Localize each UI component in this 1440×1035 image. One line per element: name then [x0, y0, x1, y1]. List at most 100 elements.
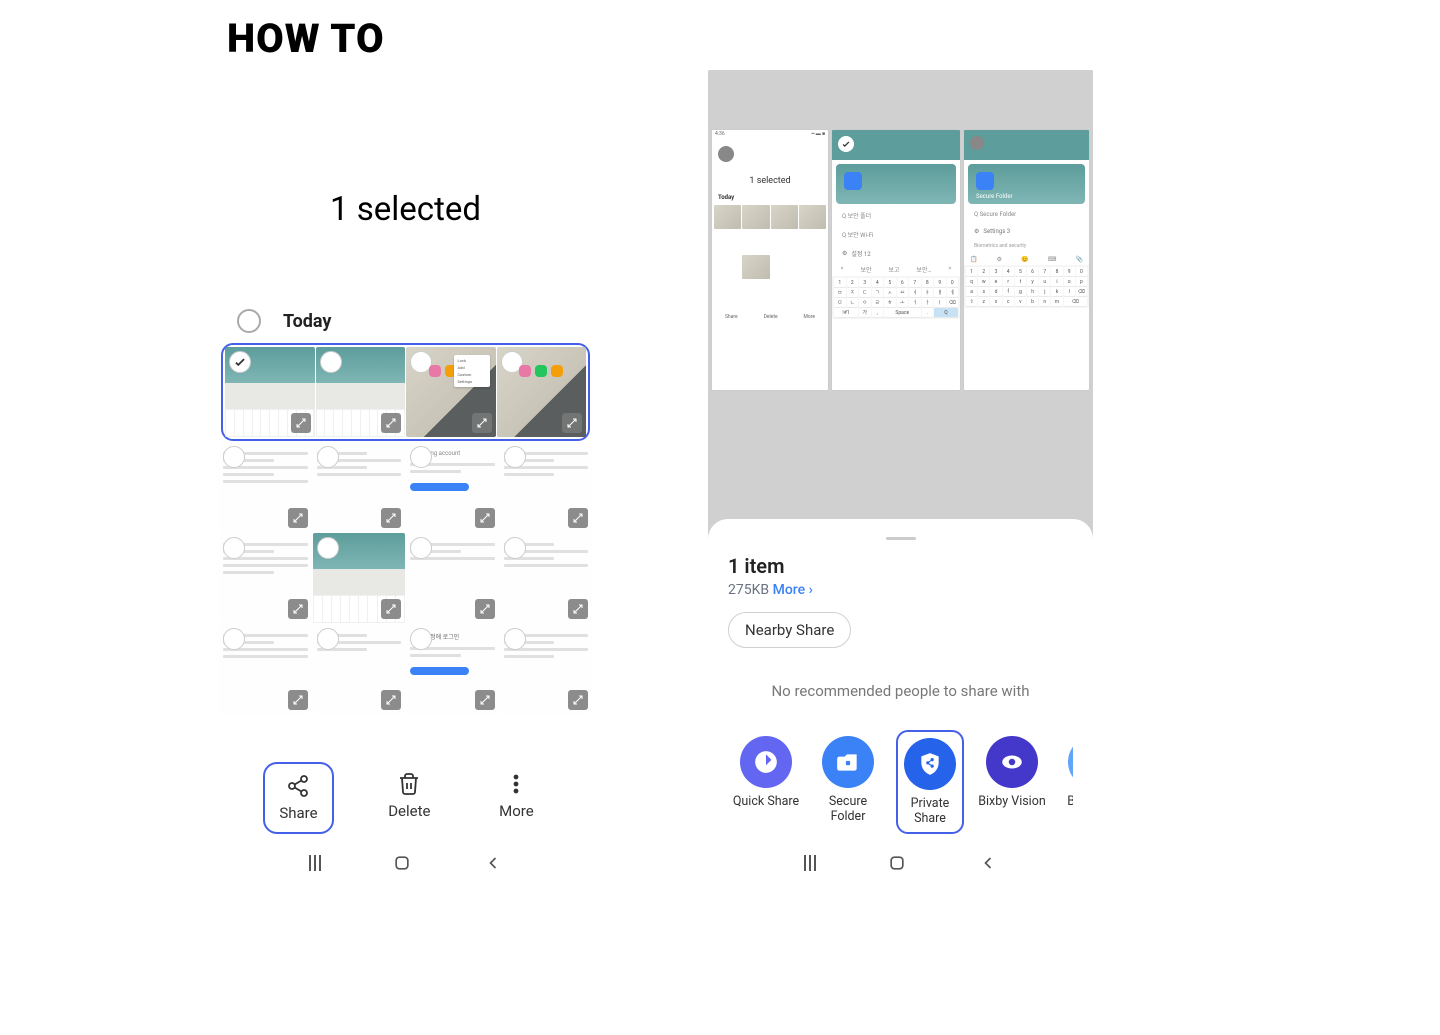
gallery-thumb[interactable] — [313, 442, 406, 532]
phone-share-sheet: 4:36━ ▬ ■ 1 selected Today ShareDeleteMo… — [708, 70, 1093, 882]
thumb-checkbox[interactable] — [504, 446, 526, 468]
gallery-thumb[interactable] — [406, 533, 499, 623]
gallery-thumb[interactable] — [500, 442, 593, 532]
gallery-row-selected: LockAddCustomSettings — [221, 343, 590, 441]
app-label: Quick Share — [733, 794, 799, 809]
gallery-thumb[interactable] — [219, 442, 312, 532]
gallery-row — [219, 533, 592, 623]
expand-icon[interactable] — [288, 690, 308, 710]
mini-app-icon — [844, 172, 862, 190]
thumb-checkbox-checked[interactable] — [229, 351, 251, 373]
gallery-thumb[interactable] — [225, 347, 315, 437]
app-secure-folder[interactable]: Secure Folder — [814, 730, 882, 834]
app-bluetooth[interactable]: Bluetooth — [1060, 730, 1073, 834]
app-quick-share[interactable]: Quick Share — [732, 730, 800, 834]
thumb-checkbox[interactable] — [223, 628, 245, 650]
gallery-thumb[interactable] — [219, 624, 312, 714]
nav-home-icon[interactable] — [392, 853, 412, 873]
mini-screenshot-gallery: 4:36━ ▬ ■ 1 selected Today ShareDeleteMo… — [712, 130, 828, 390]
mini-search-row: Q 보안 Wi-Fi — [836, 227, 956, 242]
expand-icon[interactable] — [381, 690, 401, 710]
background-gallery: 4:36━ ▬ ■ 1 selected Today ShareDeleteMo… — [708, 70, 1093, 490]
bixby-vision-icon — [986, 736, 1038, 788]
gallery-thumb[interactable] — [500, 533, 593, 623]
expand-icon[interactable] — [288, 599, 308, 619]
gallery-thumb[interactable]: 삼성 계정에 로그인 — [406, 624, 499, 714]
expand-icon[interactable] — [472, 413, 492, 433]
date-label: Today — [283, 311, 332, 332]
app-bixby-vision[interactable]: Bixby Vision — [978, 730, 1046, 834]
gallery-thumb[interactable] — [313, 533, 406, 623]
expand-icon[interactable] — [562, 413, 582, 433]
nav-home-icon[interactable] — [887, 853, 907, 873]
no-recommendations-text: No recommended people to share with — [728, 648, 1073, 730]
thumb-checkbox[interactable] — [410, 537, 432, 559]
expand-icon[interactable] — [475, 690, 495, 710]
expand-icon[interactable] — [475, 508, 495, 528]
thumb-checkbox[interactable] — [410, 446, 432, 468]
date-section-header[interactable]: Today — [213, 309, 598, 343]
expand-icon[interactable] — [381, 508, 401, 528]
sheet-title: 1 item — [728, 554, 1073, 578]
thumb-checkbox[interactable] — [317, 446, 339, 468]
expand-icon[interactable] — [288, 508, 308, 528]
more-link[interactable]: More › — [773, 582, 813, 598]
expand-icon[interactable] — [568, 599, 588, 619]
nearby-share-chip[interactable]: Nearby Share — [728, 612, 851, 648]
more-icon — [504, 772, 528, 796]
gallery-thumb[interactable] — [316, 347, 406, 437]
gallery-thumb[interactable] — [219, 533, 312, 623]
nav-bar — [213, 844, 598, 882]
thumb-checkbox[interactable] — [504, 537, 526, 559]
gallery-thumb[interactable] — [313, 624, 406, 714]
thumb-checkbox[interactable] — [410, 628, 432, 650]
share-sheet: 1 item 275KB More › Nearby Share No reco… — [708, 519, 1093, 844]
check-icon — [233, 355, 247, 369]
thumb-checkbox[interactable] — [223, 537, 245, 559]
sheet-drag-handle[interactable] — [886, 537, 916, 540]
mini-select-circle — [970, 136, 984, 150]
nav-recents-icon[interactable] — [309, 855, 321, 871]
mini-keyboard: 1234567890 qwertyuiop asdfghjkl⌫ ⇧zxcvbn… — [964, 265, 1089, 308]
more-button[interactable]: More — [485, 762, 548, 834]
mini-date: Today — [712, 192, 828, 203]
share-apps-row[interactable]: Quick Share Secure Folder Private Share … — [728, 730, 1073, 834]
delete-button[interactable]: Delete — [374, 762, 444, 834]
gallery-thumb[interactable]: Samsung account — [406, 442, 499, 532]
gallery-row: Samsung account — [219, 442, 592, 532]
expand-icon[interactable] — [475, 599, 495, 619]
app-label: Secure Folder — [814, 794, 882, 824]
expand-icon[interactable] — [381, 413, 401, 433]
delete-label: Delete — [388, 802, 430, 820]
expand-icon[interactable] — [291, 413, 311, 433]
bluetooth-icon — [1068, 736, 1073, 788]
gallery-thumb[interactable] — [497, 347, 587, 437]
nav-back-icon[interactable] — [483, 853, 503, 873]
thumb-checkbox[interactable] — [223, 446, 245, 468]
nav-recents-icon[interactable] — [804, 855, 816, 871]
expand-icon[interactable] — [381, 599, 401, 619]
app-label: Bluetooth — [1067, 794, 1073, 809]
expand-icon[interactable] — [568, 508, 588, 528]
gallery-grid: LockAddCustomSettings — [213, 343, 598, 714]
mini-app-icon — [976, 172, 994, 190]
thumb-checkbox[interactable] — [320, 351, 342, 373]
mini-search-row: Q 보안 폴더 — [836, 208, 956, 223]
expand-icon[interactable] — [568, 690, 588, 710]
sheet-subtitle: 275KB More › — [728, 582, 1073, 598]
nav-bar — [708, 844, 1093, 882]
nav-back-icon[interactable] — [978, 853, 998, 873]
selection-count: 1 selected — [213, 70, 598, 309]
quick-share-icon — [740, 736, 792, 788]
gallery-thumb[interactable]: LockAddCustomSettings — [406, 347, 496, 437]
thumb-checkbox[interactable] — [317, 628, 339, 650]
mini-select-circle — [718, 146, 734, 162]
share-button[interactable]: Share — [263, 762, 333, 834]
thumb-checkbox[interactable] — [504, 628, 526, 650]
select-all-checkbox[interactable] — [237, 309, 261, 333]
gallery-thumb[interactable] — [500, 624, 593, 714]
app-private-share[interactable]: Private Share — [896, 730, 964, 834]
more-label: More — [499, 802, 534, 820]
app-label: Bixby Vision — [978, 794, 1046, 809]
thumb-checkbox[interactable] — [317, 537, 339, 559]
